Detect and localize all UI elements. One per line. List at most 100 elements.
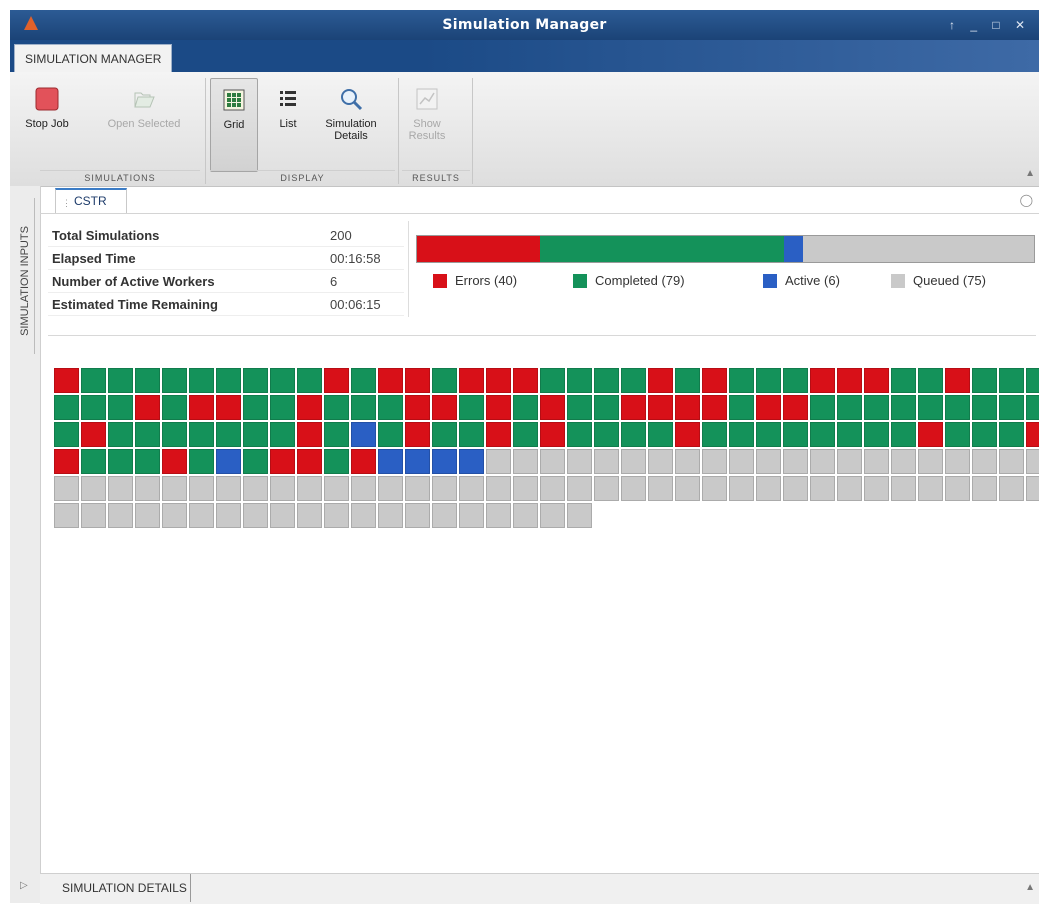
sim-cell-error[interactable] [297,449,322,474]
sim-cell-completed[interactable] [756,368,781,393]
sim-cell-completed[interactable] [891,395,916,420]
show-results-button[interactable]: Show Results [402,78,452,170]
sim-cell-active[interactable] [432,449,457,474]
window-controls[interactable]: ↑ _ □ ✕ [949,10,1031,40]
restore-panel-icon[interactable]: ▲ [1025,882,1035,893]
sim-cell-error[interactable] [837,368,862,393]
tab-simulation-manager[interactable]: SIMULATION MANAGER [14,44,173,73]
sim-cell-completed[interactable] [1026,368,1039,393]
sim-cell-queued[interactable] [351,476,376,501]
sim-cell-completed[interactable] [999,368,1024,393]
sim-cell-completed[interactable] [810,422,835,447]
sim-cell-queued[interactable] [216,503,241,528]
sim-cell-queued[interactable] [594,476,619,501]
sim-cell-error[interactable] [324,368,349,393]
sim-cell-queued[interactable] [540,449,565,474]
sim-cell-queued[interactable] [432,476,457,501]
sim-cell-completed[interactable] [783,368,808,393]
sim-cell-queued[interactable] [459,476,484,501]
sim-cell-error[interactable] [351,449,376,474]
sim-cell-queued[interactable] [729,476,754,501]
sim-cell-completed[interactable] [702,422,727,447]
sim-cell-queued[interactable] [216,476,241,501]
sim-cell-completed[interactable] [243,422,268,447]
sim-cell-completed[interactable] [864,422,889,447]
sim-cell-queued[interactable] [810,476,835,501]
sim-cell-completed[interactable] [54,422,79,447]
sim-cell-completed[interactable] [378,422,403,447]
sim-cell-error[interactable] [756,395,781,420]
sim-cell-completed[interactable] [270,422,295,447]
sim-cell-queued[interactable] [567,449,592,474]
sim-cell-completed[interactable] [432,422,457,447]
sim-cell-completed[interactable] [189,449,214,474]
sim-cell-queued[interactable] [756,476,781,501]
sim-cell-completed[interactable] [54,395,79,420]
sim-cell-queued[interactable] [405,503,430,528]
sim-cell-completed[interactable] [729,395,754,420]
open-selected-button[interactable]: Open Selected [94,78,194,170]
sim-cell-queued[interactable] [189,476,214,501]
sim-cell-error[interactable] [54,368,79,393]
sim-cell-completed[interactable] [540,368,565,393]
sim-cell-queued[interactable] [270,476,295,501]
sim-cell-completed[interactable] [999,422,1024,447]
sim-cell-queued[interactable] [351,503,376,528]
sim-cell-queued[interactable] [540,476,565,501]
sim-cell-error[interactable] [702,368,727,393]
sim-cell-queued[interactable] [783,449,808,474]
sim-cell-error[interactable] [81,422,106,447]
sim-cell-queued[interactable] [243,476,268,501]
sim-cell-queued[interactable] [648,476,673,501]
sim-cell-active[interactable] [378,449,403,474]
sim-cell-queued[interactable] [864,476,889,501]
sim-cell-completed[interactable] [513,395,538,420]
sim-cell-error[interactable] [216,395,241,420]
sim-cell-completed[interactable] [945,395,970,420]
sim-cell-completed[interactable] [864,395,889,420]
sim-cell-error[interactable] [621,395,646,420]
sim-cell-completed[interactable] [324,395,349,420]
sim-cell-queued[interactable] [621,449,646,474]
sim-cell-completed[interactable] [594,422,619,447]
sim-cell-active[interactable] [405,449,430,474]
sim-cell-completed[interactable] [108,422,133,447]
sim-cell-queued[interactable] [432,503,457,528]
sim-cell-completed[interactable] [324,422,349,447]
sim-cell-completed[interactable] [837,395,862,420]
sim-cell-completed[interactable] [81,449,106,474]
sim-cell-error[interactable] [486,422,511,447]
sim-cell-queued[interactable] [540,503,565,528]
sim-cell-error[interactable] [297,395,322,420]
sim-cell-queued[interactable] [81,503,106,528]
sim-cell-completed[interactable] [162,422,187,447]
sim-cell-completed[interactable] [918,368,943,393]
sim-cell-queued[interactable] [702,476,727,501]
sim-cell-completed[interactable] [270,395,295,420]
sim-cell-completed[interactable] [837,422,862,447]
sim-cell-completed[interactable] [945,422,970,447]
sim-cell-queued[interactable] [486,503,511,528]
stop-job-button[interactable]: Stop Job [22,78,72,170]
sim-cell-queued[interactable] [945,476,970,501]
sim-cell-completed[interactable] [972,368,997,393]
sim-cell-completed[interactable] [783,422,808,447]
tab-simulation-details[interactable]: SIMULATION DETAILS [62,874,191,902]
sim-cell-queued[interactable] [837,449,862,474]
sim-cell-error[interactable] [702,395,727,420]
sim-cell-completed[interactable] [810,395,835,420]
sim-cell-queued[interactable] [513,449,538,474]
sim-cell-queued[interactable] [297,503,322,528]
sim-cell-error[interactable] [675,395,700,420]
sim-cell-queued[interactable] [1026,449,1039,474]
sim-cell-queued[interactable] [567,476,592,501]
sim-cell-error[interactable] [648,368,673,393]
sim-cell-completed[interactable] [108,395,133,420]
sim-cell-queued[interactable] [972,476,997,501]
sim-cell-error[interactable] [864,368,889,393]
sim-cell-error[interactable] [378,368,403,393]
sim-cell-completed[interactable] [216,368,241,393]
sim-cell-queued[interactable] [162,476,187,501]
sim-cell-error[interactable] [540,422,565,447]
sim-cell-queued[interactable] [135,503,160,528]
